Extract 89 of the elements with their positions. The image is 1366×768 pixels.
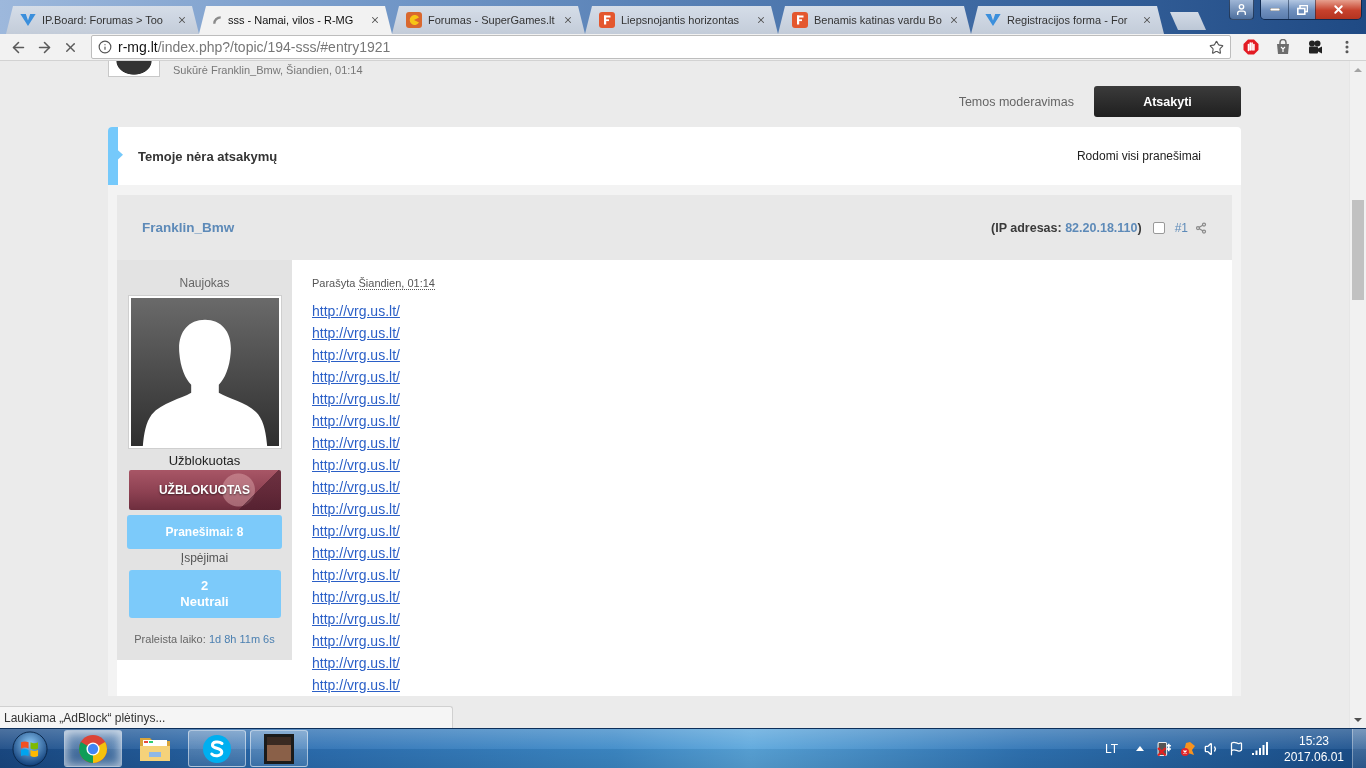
- image-thumbnail-icon: [264, 733, 294, 764]
- browser-tab[interactable]: Registracijos forma - For: [971, 6, 1164, 34]
- f-logo-icon: [792, 12, 808, 28]
- scrollbar-thumb[interactable]: [1352, 200, 1364, 300]
- browser-tab[interactable]: Benamis katinas vardu Bo: [778, 6, 971, 34]
- close-icon: [756, 15, 766, 25]
- address-field[interactable]: r-mg.lt/index.php?/topic/194-sss/#entry1921: [91, 35, 1231, 59]
- scroll-down-arrow-icon[interactable]: [1354, 717, 1362, 722]
- time-spent-value: 1d 8h 11m 6s: [208, 633, 275, 645]
- restore-button[interactable]: [1288, 0, 1315, 19]
- post-link[interactable]: http://vrg.us.lt/: [312, 322, 400, 344]
- reply-button[interactable]: Atsakyti: [1094, 86, 1241, 117]
- post-filter-link[interactable]: Rodomi visi pranešimai: [1076, 149, 1201, 163]
- post-link[interactable]: http://vrg.us.lt/: [312, 410, 400, 432]
- post-link[interactable]: http://vrg.us.lt/: [312, 520, 400, 542]
- flag-icon: [1228, 741, 1244, 756]
- clock-time[interactable]: 15:23: [1299, 732, 1329, 749]
- member-rank-text: Naujokas: [179, 276, 230, 290]
- show-desktop-button[interactable]: [1352, 729, 1366, 768]
- post-link[interactable]: http://vrg.us.lt/: [312, 344, 400, 366]
- close-icon: [563, 15, 573, 25]
- star-icon: [1209, 39, 1224, 55]
- browser-tab[interactable]: Forumas - SuperGames.lt: [392, 6, 585, 34]
- close-window-button[interactable]: [1315, 0, 1361, 19]
- bookmark-button[interactable]: [1209, 39, 1224, 55]
- posted-label: Parašyta: [312, 277, 356, 289]
- taskbar-app-button[interactable]: [250, 730, 308, 767]
- close-icon: [177, 15, 187, 25]
- close-icon: [949, 15, 959, 25]
- post-link[interactable]: http://vrg.us.lt/: [312, 630, 400, 652]
- signal-bars-icon: [1252, 742, 1268, 755]
- windows-orb-icon: [12, 730, 48, 767]
- minimize-icon: [1269, 8, 1280, 11]
- browser-tab[interactable]: IP.Board: Forumas > Too: [6, 6, 199, 34]
- power-plug-crossed-icon: [1156, 740, 1172, 757]
- close-icon: [370, 15, 380, 25]
- member-group-text: Užblokuotas: [168, 453, 241, 468]
- post-link[interactable]: http://vrg.us.lt/: [312, 454, 400, 476]
- pacman-logo-icon: [406, 12, 422, 28]
- info-icon: [98, 40, 112, 54]
- moderation-link[interactable]: Temos moderavimas: [958, 94, 1074, 109]
- post-select-checkbox[interactable]: [1152, 221, 1165, 234]
- post-link[interactable]: http://vrg.us.lt/: [312, 564, 400, 586]
- time-spent-label: Praleista laiko:: [134, 633, 206, 645]
- share-icon[interactable]: [1195, 221, 1207, 234]
- post-link[interactable]: http://vrg.us.lt/: [312, 388, 400, 410]
- accent-marker: [108, 127, 124, 185]
- new-tab-button[interactable]: [1170, 12, 1206, 30]
- movie-camera-icon: [1307, 39, 1323, 55]
- post-time: Šiandien, 01:14: [358, 277, 435, 290]
- folder-icon: [139, 735, 171, 762]
- post-link[interactable]: http://vrg.us.lt/: [312, 432, 400, 454]
- warnings-label: Įspėjimai: [180, 551, 229, 565]
- post-link[interactable]: http://vrg.us.lt/: [312, 476, 400, 498]
- person-icon: [1235, 3, 1248, 16]
- group-banner: UŽBLOKUOTAS: [128, 470, 281, 510]
- skype-logo-icon: [202, 733, 232, 764]
- post-link[interactable]: http://vrg.us.lt/: [312, 498, 400, 520]
- close-icon: [1332, 3, 1345, 16]
- f-logo-icon: [599, 12, 615, 28]
- post-link[interactable]: http://vrg.us.lt/: [312, 652, 400, 674]
- post-link[interactable]: http://vrg.us.lt/: [312, 674, 400, 696]
- profile-button[interactable]: [1229, 0, 1254, 20]
- ip-address-text: (IP adresas: 82.20.18.110): [991, 220, 1142, 235]
- taskbar-app-button[interactable]: [188, 730, 246, 767]
- loading-spinner-icon: [213, 15, 222, 25]
- post-link[interactable]: http://vrg.us.lt/: [312, 586, 400, 608]
- v-logo-icon: [985, 14, 1001, 26]
- restore-icon: [1296, 4, 1308, 15]
- keyboard-language[interactable]: LT: [1104, 741, 1118, 756]
- v-logo-icon: [20, 14, 36, 26]
- warning-count: 2: [200, 578, 209, 594]
- topic-meta-text: Sukūrė Franklin_Bmw, Šiandien, 01:14: [173, 63, 363, 78]
- close-icon: [1142, 15, 1152, 25]
- browser-tab[interactable]: Liepsnojantis horizontas: [585, 6, 778, 34]
- hand-stop-icon: [1243, 39, 1259, 55]
- status-bubble: Laukiama „AdBlock“ plėtinys...: [0, 706, 453, 728]
- replies-status-text: Temoje nėra atsakymų: [138, 148, 278, 164]
- chrome-logo-icon: [79, 734, 107, 763]
- post-link[interactable]: http://vrg.us.lt/: [312, 542, 400, 564]
- antivirus-alert-icon: [1180, 740, 1196, 757]
- browser-tab[interactable]: sss - Namai, vilos - R-MG: [199, 6, 392, 34]
- post-link[interactable]: http://vrg.us.lt/: [312, 608, 400, 630]
- clock-date[interactable]: 2017.06.01: [1283, 748, 1345, 765]
- post-link[interactable]: http://vrg.us.lt/: [312, 300, 400, 322]
- post-link[interactable]: http://vrg.us.lt/: [312, 366, 400, 388]
- up-triangle-icon: [1136, 746, 1144, 751]
- warning-status: Neutrali: [180, 594, 229, 610]
- bag-icon: [1275, 39, 1291, 55]
